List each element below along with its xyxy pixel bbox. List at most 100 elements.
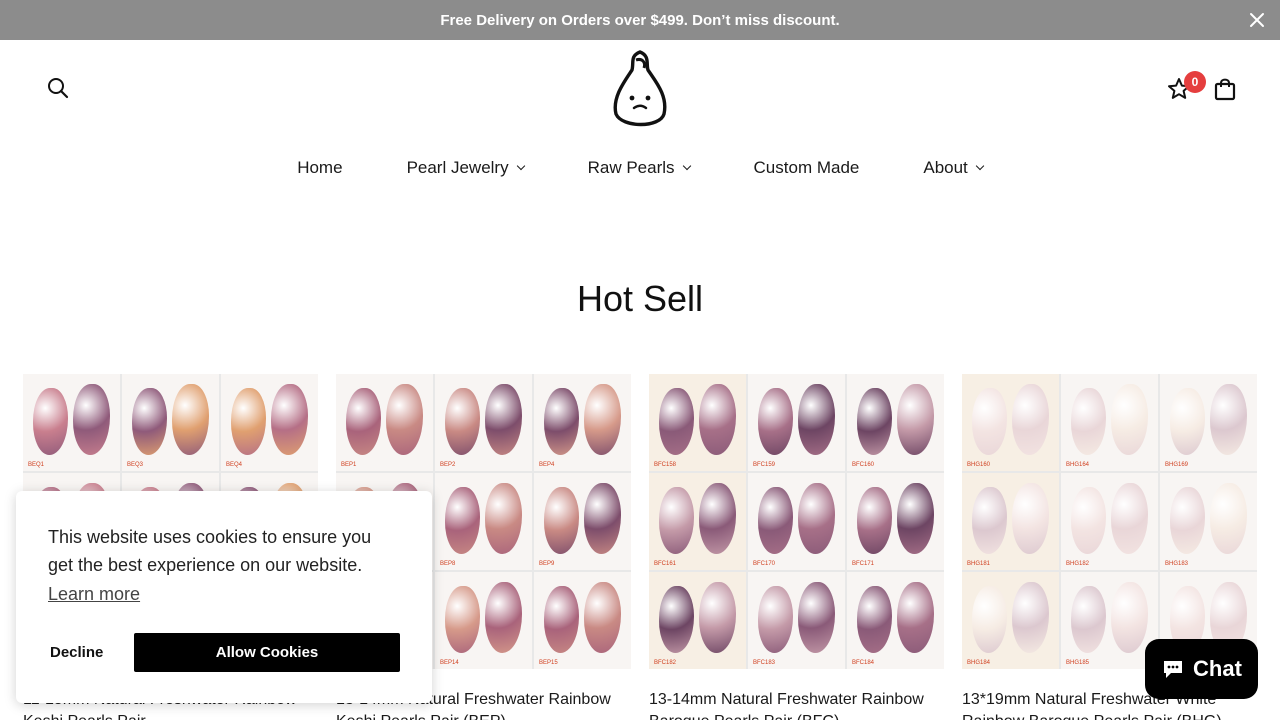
pearl-shape bbox=[856, 585, 892, 654]
tile-code-label: BEQ3 bbox=[127, 462, 144, 468]
pearl-shape bbox=[798, 482, 836, 555]
pearl-shape bbox=[971, 387, 1007, 456]
pearl-shape bbox=[1210, 482, 1248, 555]
pearl-tile: BEP8 bbox=[435, 473, 532, 570]
pearl-tile: BHG169 bbox=[1160, 374, 1257, 471]
product-card[interactable]: BFC158 BFC159 BFC160 BFC161 BFC170 BFC171 BFC1… bbox=[649, 374, 944, 720]
section-title: Hot Sell bbox=[576, 278, 704, 319]
pearl-tile: BFC161 bbox=[649, 473, 746, 570]
pearl-shape bbox=[345, 387, 381, 456]
learn-more-link[interactable]: Learn more bbox=[48, 584, 140, 605]
tile-code-label: BFC171 bbox=[852, 561, 875, 567]
pearl-tile: BEP2 bbox=[435, 374, 532, 471]
pearl-shape bbox=[757, 486, 793, 555]
bag-icon[interactable] bbox=[1212, 76, 1238, 102]
pearl-shape bbox=[798, 581, 836, 654]
product-image[interactable]: BFC158 BFC159 BFC160 BFC161 BFC170 BFC171 BFC1… bbox=[649, 374, 944, 669]
announcement-text: Free Delivery on Orders over $499. Don’t… bbox=[440, 11, 840, 29]
pearl-shape bbox=[1111, 383, 1149, 456]
pearl-tile: BHG184 bbox=[962, 572, 1059, 669]
pearl-shape bbox=[584, 482, 622, 555]
tile-code-label: BHG181 bbox=[967, 561, 991, 567]
pearl-tile: BFC170 bbox=[748, 473, 845, 570]
tile-code-label: BHG182 bbox=[1066, 561, 1090, 567]
tile-code-label: BHG183 bbox=[1165, 561, 1189, 567]
pearl-shape bbox=[856, 486, 892, 555]
pearl-tile: BFC184 bbox=[847, 572, 944, 669]
pearl-tile: BFC182 bbox=[649, 572, 746, 669]
pearl-shape bbox=[757, 387, 793, 456]
pearl-tile: BFC183 bbox=[748, 572, 845, 669]
nav-item-about[interactable]: About bbox=[923, 158, 985, 178]
pearl-shape bbox=[971, 585, 1007, 654]
tile-code-label: BFC160 bbox=[852, 462, 875, 468]
chat-button[interactable]: Chat bbox=[1145, 639, 1258, 699]
pearl-shape bbox=[543, 486, 579, 555]
tile-code-label: BHG169 bbox=[1165, 462, 1189, 468]
pearl-shape bbox=[699, 581, 737, 654]
pearl-shape bbox=[444, 585, 480, 654]
pearl-shape bbox=[32, 387, 68, 456]
nav-item-raw-pearls[interactable]: Raw Pearls bbox=[588, 158, 691, 178]
logo-icon[interactable] bbox=[610, 48, 670, 130]
pearl-shape bbox=[971, 486, 1007, 555]
tile-code-label: BEP2 bbox=[440, 462, 456, 468]
pearl-tile: BFC159 bbox=[748, 374, 845, 471]
tile-code-label: BFC184 bbox=[852, 660, 875, 666]
main-nav: Home Pearl Jewelry Raw Pearls Custom Made Ab… bbox=[0, 150, 1280, 186]
pearl-tile: BEP15 bbox=[534, 572, 631, 669]
decline-button[interactable]: Decline bbox=[48, 633, 134, 671]
tile-code-label: BHG160 bbox=[967, 462, 991, 468]
tile-code-label: BEP4 bbox=[539, 462, 555, 468]
pearl-shape bbox=[1070, 387, 1106, 456]
pearl-shape bbox=[1012, 383, 1050, 456]
pearl-tile: BHG182 bbox=[1061, 473, 1158, 570]
pearl-tile: BHG181 bbox=[962, 473, 1059, 570]
pearl-shape bbox=[658, 387, 694, 456]
pearl-shape bbox=[386, 383, 424, 456]
tile-code-label: BFC158 bbox=[654, 462, 677, 468]
tile-code-label: BFC182 bbox=[654, 660, 677, 666]
nav-item-custom-made[interactable]: Custom Made bbox=[754, 158, 860, 178]
pearl-tile: BEQ4 bbox=[221, 374, 318, 471]
pearl-tile: BFC171 bbox=[847, 473, 944, 570]
pearl-shape bbox=[699, 383, 737, 456]
pearl-shape bbox=[757, 585, 793, 654]
search-icon[interactable] bbox=[46, 76, 70, 100]
pearl-shape bbox=[897, 383, 935, 456]
tile-code-label: BFC159 bbox=[753, 462, 776, 468]
tile-code-label: BFC183 bbox=[753, 660, 776, 666]
pearl-shape bbox=[699, 482, 737, 555]
pearl-tile: BEP4 bbox=[534, 374, 631, 471]
nav-item-label: Home bbox=[297, 158, 343, 177]
nav-item-label: Custom Made bbox=[753, 158, 860, 177]
tile-code-label: BEP14 bbox=[440, 660, 459, 666]
announcement-bar: Free Delivery on Orders over $499. Don’t… bbox=[0, 0, 1280, 40]
pearl-tile: BHG160 bbox=[962, 374, 1059, 471]
pearl-tile: BHG164 bbox=[1061, 374, 1158, 471]
cookie-banner: This website uses cookies to ensure you … bbox=[16, 491, 432, 703]
pearl-shape bbox=[1210, 383, 1248, 456]
tile-code-label: BEQ1 bbox=[28, 462, 45, 468]
nav-item-home[interactable]: Home bbox=[297, 158, 342, 178]
nav-item-pearl-jewelry[interactable]: Pearl Jewelry bbox=[407, 158, 525, 178]
tile-code-label: BHG185 bbox=[1066, 660, 1090, 666]
product-title[interactable]: 13-14mm Natural Freshwater Rainbow Baroq… bbox=[649, 689, 944, 720]
pearl-shape bbox=[485, 383, 523, 456]
pearl-shape bbox=[1111, 581, 1149, 654]
pearl-shape bbox=[1111, 482, 1149, 555]
pearl-shape bbox=[485, 482, 523, 555]
pearl-tile: BEQ1 bbox=[23, 374, 120, 471]
close-icon[interactable] bbox=[1248, 11, 1266, 29]
pearl-shape bbox=[856, 387, 892, 456]
chevron-down-icon bbox=[975, 161, 985, 171]
pearl-shape bbox=[658, 585, 694, 654]
pearl-shape bbox=[897, 581, 935, 654]
tile-code-label: BEP9 bbox=[539, 561, 555, 567]
wishlist-count-badge: 0 bbox=[1184, 71, 1206, 93]
tile-code-label: BEP8 bbox=[440, 561, 456, 567]
chat-label: Chat bbox=[1193, 656, 1242, 681]
product-image[interactable]: BHG160 BHG164 BHG169 BHG181 BHG182 BHG183 BHG1… bbox=[962, 374, 1257, 669]
allow-cookies-button[interactable]: Allow Cookies bbox=[134, 633, 400, 672]
pearl-shape bbox=[1012, 581, 1050, 654]
